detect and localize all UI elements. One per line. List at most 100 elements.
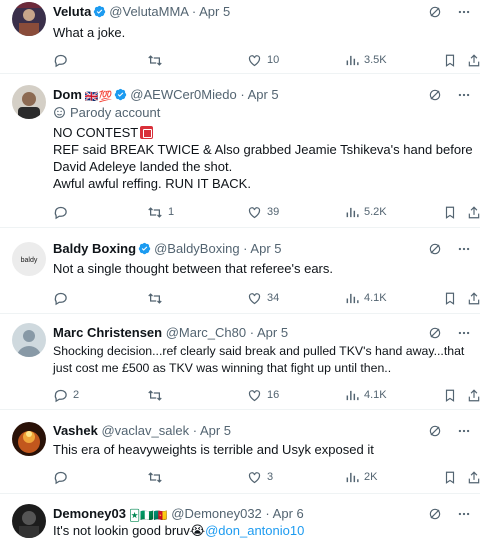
- more-icon[interactable]: [456, 326, 472, 340]
- timestamp[interactable]: Apr 5: [199, 4, 230, 19]
- handle[interactable]: @VelutaMMA: [109, 4, 188, 19]
- tweet-text: NO CONTEST REF said BREAK TWICE & Also g…: [53, 125, 473, 191]
- verified-badge-icon: [93, 4, 106, 18]
- timestamp[interactable]: Apr 5: [200, 423, 231, 438]
- timestamp[interactable]: Apr 5: [250, 241, 281, 256]
- tweet-actions: 3 2K: [53, 467, 480, 487]
- tweet-menu: [428, 421, 472, 441]
- tweet[interactable]: Marc Christensen @Marc_Ch80 · Apr 5 Shoc…: [0, 314, 480, 410]
- grok-icon[interactable]: [428, 88, 442, 102]
- timestamp[interactable]: Apr 5: [257, 325, 288, 340]
- tweet[interactable]: Demoney03 🃏🇳🇬🇨🇲 @Demoney032 · Apr 6 It's …: [0, 494, 480, 540]
- views-button[interactable]: 5.2K: [345, 202, 387, 222]
- views-button[interactable]: 2K: [345, 467, 377, 487]
- tweet-menu: [428, 239, 472, 259]
- handle[interactable]: @BaldyBoxing: [154, 241, 239, 256]
- retweet-button[interactable]: [147, 288, 168, 308]
- timestamp[interactable]: Apr 5: [248, 87, 279, 102]
- display-name[interactable]: Dom: [53, 87, 82, 102]
- display-name[interactable]: Vashek: [53, 423, 98, 438]
- grok-icon[interactable]: [428, 5, 442, 19]
- avatar[interactable]: baldy: [12, 242, 46, 276]
- tweet-actions: 34 4.1K: [53, 288, 480, 308]
- tweet-header: Baldy Boxing @BaldyBoxing · Apr 5: [53, 241, 282, 256]
- more-icon[interactable]: [456, 5, 472, 19]
- share-button[interactable]: [467, 288, 480, 308]
- tweet-header: Demoney03 🃏🇳🇬🇨🇲 @Demoney032 · Apr 6: [53, 504, 304, 524]
- reply-button[interactable]: [53, 467, 73, 487]
- share-button[interactable]: [467, 385, 480, 405]
- retweet-button[interactable]: 1: [147, 202, 174, 222]
- views-button[interactable]: 3.5K: [345, 50, 387, 70]
- reply-button[interactable]: [53, 202, 73, 222]
- handle[interactable]: @Demoney032: [171, 506, 262, 521]
- handle[interactable]: @vaclav_salek: [101, 423, 189, 438]
- avatar[interactable]: [12, 504, 46, 538]
- reply-feed: Veluta @VelutaMMA · Apr 5 What a joke. 10…: [0, 0, 480, 540]
- tweet-text: This era of heavyweights is terrible and…: [53, 442, 374, 457]
- more-icon[interactable]: [456, 424, 472, 438]
- tweet[interactable]: baldy Baldy Boxing @BaldyBoxing · Apr 5 N…: [0, 228, 480, 314]
- tweet-header: Veluta @VelutaMMA · Apr 5: [53, 4, 231, 19]
- avatar[interactable]: [12, 323, 46, 357]
- tweet-menu: [428, 504, 472, 524]
- bookmark-button[interactable]: [443, 202, 457, 222]
- tweet[interactable]: Veluta @VelutaMMA · Apr 5 What a joke. 10…: [0, 0, 480, 74]
- tweet-text: What a joke.: [53, 25, 126, 40]
- share-button[interactable]: [467, 467, 480, 487]
- display-name[interactable]: Marc Christensen: [53, 325, 162, 340]
- tweet-menu: [428, 2, 472, 22]
- parody-mask-icon: [54, 107, 65, 118]
- grok-icon[interactable]: [428, 424, 442, 438]
- like-button[interactable]: 34: [247, 288, 279, 308]
- avatar[interactable]: [12, 85, 46, 119]
- views-button[interactable]: 4.1K: [345, 288, 387, 308]
- like-button[interactable]: 39: [247, 202, 279, 222]
- like-button[interactable]: 3: [247, 467, 273, 487]
- more-icon[interactable]: [456, 507, 472, 521]
- verified-badge-icon: [138, 241, 151, 255]
- tweet-text: Shocking decision...ref clearly said bre…: [53, 344, 465, 375]
- views-button[interactable]: 4.1K: [345, 385, 387, 405]
- share-button[interactable]: [467, 50, 480, 70]
- reply-button[interactable]: 2: [53, 385, 79, 405]
- bookmark-button[interactable]: [443, 50, 457, 70]
- more-icon[interactable]: [456, 242, 472, 256]
- tweet-menu: [428, 85, 472, 105]
- display-name[interactable]: Veluta: [53, 4, 91, 19]
- grok-icon[interactable]: [428, 242, 442, 256]
- avatar[interactable]: [12, 2, 46, 36]
- bookmark-button[interactable]: [443, 385, 457, 405]
- like-button[interactable]: 10: [247, 50, 279, 70]
- grok-icon[interactable]: [428, 507, 442, 521]
- bookmark-button[interactable]: [443, 467, 457, 487]
- retweet-button[interactable]: [147, 467, 168, 487]
- share-button[interactable]: [467, 202, 480, 222]
- stop-emoji-icon: [140, 126, 154, 139]
- like-button[interactable]: 16: [247, 385, 279, 405]
- retweet-button[interactable]: [147, 385, 168, 405]
- tweet-header: Dom 🇬🇧💯 @AEWCer0Miedo · Apr 5: [53, 85, 279, 105]
- more-icon[interactable]: [456, 88, 472, 102]
- tweet[interactable]: Vashek @vaclav_salek · Apr 5 This era of…: [0, 410, 480, 494]
- avatar[interactable]: [12, 422, 46, 456]
- handle[interactable]: @AEWCer0Miedo: [130, 87, 236, 102]
- reply-button[interactable]: [53, 288, 73, 308]
- tweet-text: Not a single thought between that refere…: [53, 261, 333, 276]
- display-name[interactable]: Demoney03: [53, 506, 126, 521]
- mention-link[interactable]: @don_antonio10: [205, 523, 304, 538]
- verified-badge-icon: [114, 87, 127, 101]
- tweet-header: Marc Christensen @Marc_Ch80 · Apr 5: [53, 325, 289, 340]
- tweet-text: It's not lookin good bruv😭@don_antonio10: [53, 523, 305, 538]
- display-name[interactable]: Baldy Boxing: [53, 241, 136, 256]
- handle[interactable]: @Marc_Ch80: [166, 325, 246, 340]
- reply-button[interactable]: [53, 50, 73, 70]
- grok-icon[interactable]: [428, 326, 442, 340]
- retweet-button[interactable]: [147, 50, 168, 70]
- tweet-menu: [428, 323, 472, 343]
- timestamp[interactable]: Apr 6: [273, 506, 304, 521]
- bookmark-button[interactable]: [443, 288, 457, 308]
- tweet[interactable]: Dom 🇬🇧💯 @AEWCer0Miedo · Apr 5 Parody accou…: [0, 74, 480, 228]
- tweet-actions: 10 3.5K: [53, 50, 480, 70]
- tweet-actions: 1 39 5.2K: [53, 202, 480, 222]
